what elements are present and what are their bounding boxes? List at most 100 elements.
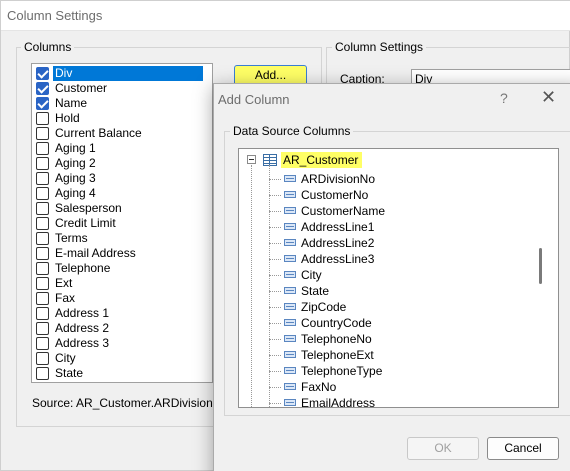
tree-field-item[interactable]: CustomerName xyxy=(269,203,529,219)
column-list-item[interactable]: Div xyxy=(35,66,203,81)
column-checkbox[interactable] xyxy=(36,232,49,245)
field-icon xyxy=(284,287,296,294)
column-checkbox[interactable] xyxy=(36,112,49,125)
column-checkbox[interactable] xyxy=(36,142,49,155)
tree-field-item[interactable]: TelephoneType xyxy=(269,363,529,379)
column-checkbox[interactable] xyxy=(36,247,49,260)
tree-connector-line xyxy=(269,387,281,388)
column-list-item[interactable]: Aging 1 xyxy=(35,141,203,156)
dialog-titlebar: Add Column ? ✕ xyxy=(214,84,570,115)
column-list-item[interactable]: Address 3 xyxy=(35,336,203,351)
column-list-item[interactable]: Address 2 xyxy=(35,321,203,336)
column-list-item[interactable]: Terms xyxy=(35,231,203,246)
tree-field-item[interactable]: ZipCode xyxy=(269,299,529,315)
column-checkbox[interactable] xyxy=(36,202,49,215)
tree-field-item[interactable]: City xyxy=(269,267,529,283)
column-list-item[interactable]: Salesperson xyxy=(35,201,203,216)
field-icon xyxy=(284,223,296,230)
tree-field-item[interactable]: ARDivisionNo xyxy=(269,171,529,187)
column-label: Aging 4 xyxy=(55,186,96,200)
tree-connector-line xyxy=(269,259,281,260)
cancel-button[interactable]: Cancel xyxy=(487,437,559,460)
column-list-item[interactable]: City xyxy=(35,351,203,366)
column-list-item[interactable]: Current Balance xyxy=(35,126,203,141)
tree-connector-line xyxy=(269,211,281,212)
tree-connector-line xyxy=(269,339,281,340)
column-checkbox[interactable] xyxy=(36,322,49,335)
column-checkbox[interactable] xyxy=(36,277,49,290)
column-label: Hold xyxy=(55,111,80,125)
columns-list[interactable]: Div Customer Name Hold Current Balance Aging … xyxy=(31,63,213,383)
column-list-item[interactable]: Customer xyxy=(35,81,203,96)
column-checkbox[interactable] xyxy=(36,367,49,380)
tree-field-item[interactable]: TelephoneExt xyxy=(269,347,529,363)
tree-field-item[interactable]: State xyxy=(269,283,529,299)
tree-field-item[interactable]: CountryCode xyxy=(269,315,529,331)
data-source-tree[interactable]: AR_Customer ARDivisionNo CustomerNo Custom… xyxy=(238,148,559,408)
ok-button[interactable]: OK xyxy=(407,437,479,460)
column-checkbox[interactable] xyxy=(36,262,49,275)
close-icon[interactable]: ✕ xyxy=(541,87,556,108)
tree-scroll-thumb[interactable] xyxy=(539,248,542,284)
field-label: CustomerName xyxy=(301,204,386,218)
column-checkbox[interactable] xyxy=(36,67,49,80)
tree-field-item[interactable]: AddressLine1 xyxy=(269,219,529,235)
column-label: Aging 2 xyxy=(55,156,96,170)
help-icon[interactable]: ? xyxy=(500,90,508,106)
tree-root-ar-customer[interactable]: AR_Customer xyxy=(281,152,363,168)
field-icon xyxy=(284,271,296,278)
column-checkbox[interactable] xyxy=(36,172,49,185)
column-list-item[interactable]: Ext xyxy=(35,276,203,291)
data-source-columns-label: Data Source Columns xyxy=(230,124,354,138)
column-checkbox[interactable] xyxy=(36,337,49,350)
tree-connector-line xyxy=(269,227,281,228)
column-checkbox[interactable] xyxy=(36,352,49,365)
column-checkbox[interactable] xyxy=(36,157,49,170)
field-label: ARDivisionNo xyxy=(301,172,376,186)
field-label: ZipCode xyxy=(301,300,347,314)
tree-field-item[interactable]: AddressLine3 xyxy=(269,251,529,267)
field-label: AddressLine1 xyxy=(301,220,375,234)
field-icon xyxy=(284,383,296,390)
column-checkbox[interactable] xyxy=(36,307,49,320)
column-list-item[interactable]: State xyxy=(35,366,203,381)
tree-scrollbar[interactable] xyxy=(537,150,543,406)
field-label: TelephoneExt xyxy=(301,348,374,362)
column-label: Salesperson xyxy=(55,201,122,215)
field-label: State xyxy=(301,284,330,298)
column-list-item[interactable]: Address 1 xyxy=(35,306,203,321)
field-icon xyxy=(284,191,296,198)
column-checkbox[interactable] xyxy=(36,82,49,95)
tree-field-item[interactable]: CustomerNo xyxy=(269,187,529,203)
tree-field-item[interactable]: EmailAddress xyxy=(269,395,529,408)
tree-field-item[interactable]: FaxNo xyxy=(269,379,529,395)
tree-connector-line xyxy=(269,243,281,244)
column-list-item[interactable]: Name xyxy=(35,96,203,111)
column-list-item[interactable]: Aging 2 xyxy=(35,156,203,171)
column-label: Ext xyxy=(55,276,73,290)
column-checkbox[interactable] xyxy=(36,292,49,305)
field-icon xyxy=(284,367,296,374)
tree-connector-line xyxy=(251,165,252,407)
column-checkbox[interactable] xyxy=(36,187,49,200)
column-list-item[interactable]: Credit Limit xyxy=(35,216,203,231)
tree-field-item[interactable]: AddressLine2 xyxy=(269,235,529,251)
column-list-item[interactable]: Aging 4 xyxy=(35,186,203,201)
column-checkbox[interactable] xyxy=(36,217,49,230)
field-icon xyxy=(284,319,296,326)
column-list-item[interactable]: E-mail Address xyxy=(35,246,203,261)
column-list-item[interactable]: Aging 3 xyxy=(35,171,203,186)
column-list-item[interactable]: Telephone xyxy=(35,261,203,276)
column-list-item[interactable]: Hold xyxy=(35,111,203,126)
field-label: EmailAddress xyxy=(301,396,376,408)
column-checkbox[interactable] xyxy=(36,127,49,140)
source-text: Source: AR_Customer.ARDivisionNo xyxy=(32,396,229,410)
column-list-item[interactable]: Fax xyxy=(35,291,203,306)
tree-field-item[interactable]: TelephoneNo xyxy=(269,331,529,347)
collapse-toggle-icon[interactable] xyxy=(247,155,256,164)
tree-connector-line xyxy=(269,195,281,196)
field-icon xyxy=(284,351,296,358)
column-checkbox[interactable] xyxy=(36,97,49,110)
field-label: TelephoneType xyxy=(301,364,383,378)
field-label: AddressLine2 xyxy=(301,236,375,250)
